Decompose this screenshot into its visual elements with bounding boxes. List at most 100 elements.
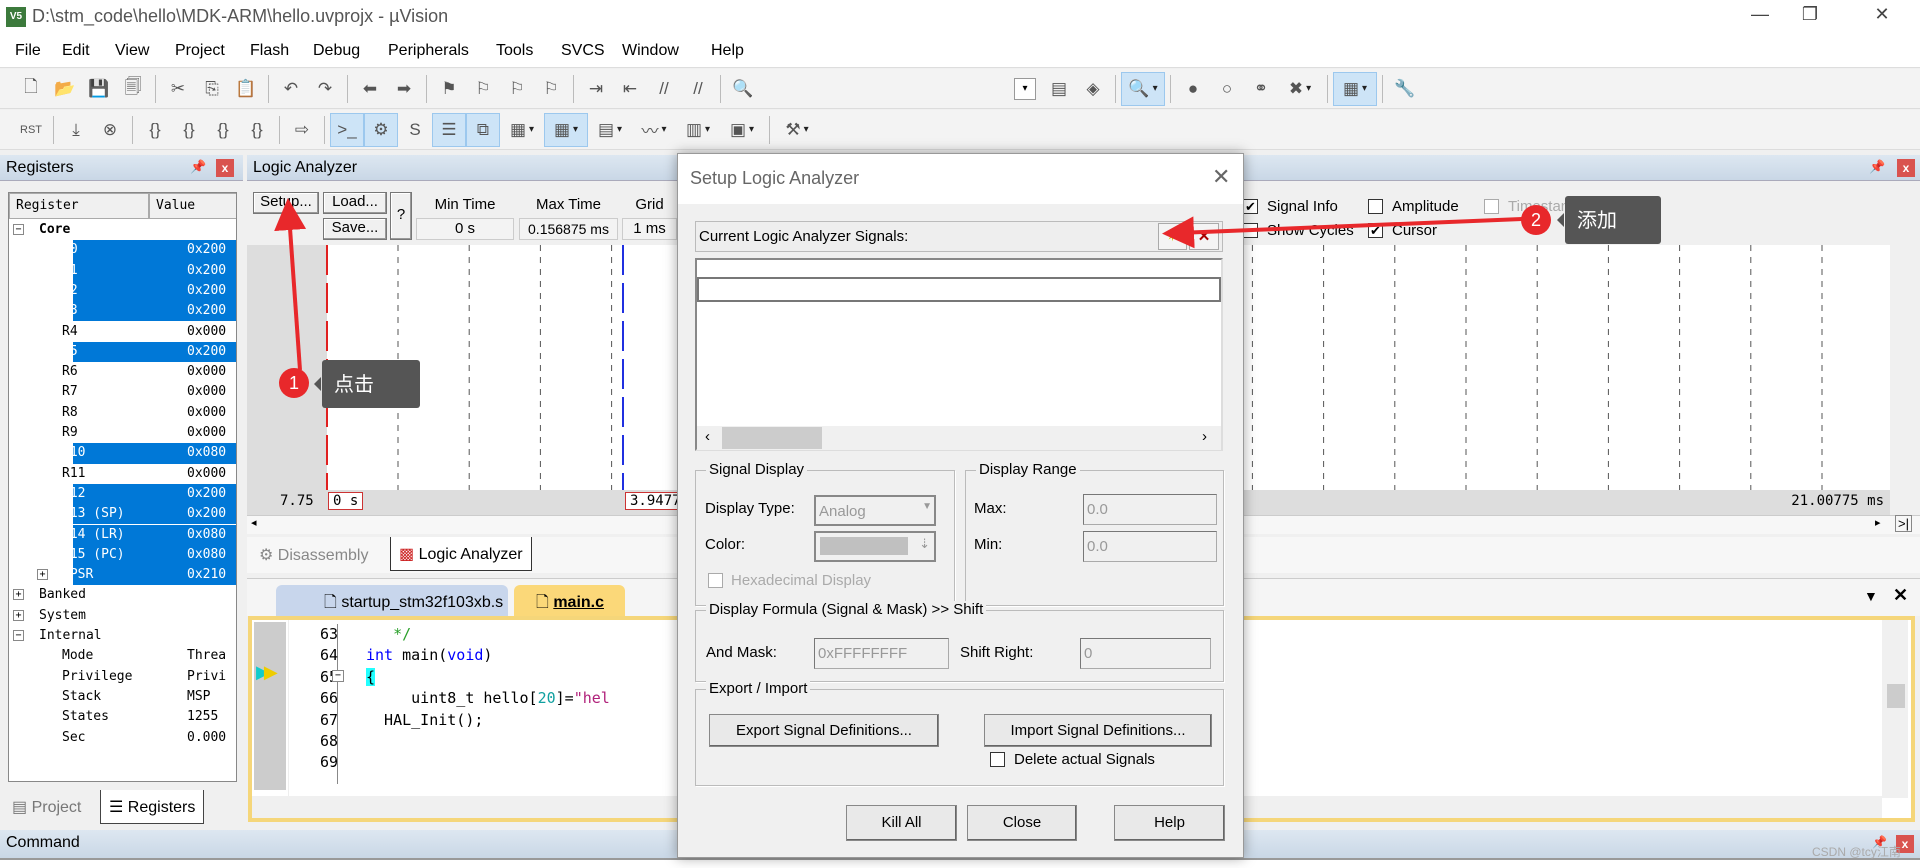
fold-collapse-icon[interactable]: − <box>332 670 344 682</box>
kill-all-button[interactable]: Kill All <box>846 805 957 841</box>
run-icon[interactable]: ⤓ <box>59 113 93 147</box>
tab-startup-file[interactable]: 🗋 startup_stm32f103xb.s <box>276 585 508 617</box>
scroll-left-icon[interactable]: ‹ <box>705 428 710 445</box>
register-row[interactable]: R7 0x000 <box>9 382 236 402</box>
navigate-forward-icon[interactable]: ➡ <box>387 72 421 106</box>
menu-debug[interactable]: Debug <box>313 42 360 60</box>
code-line[interactable]: uint8_t hello[20]="hel <box>366 688 610 709</box>
register-row[interactable]: R15 (PC) 0x080 <box>9 544 236 566</box>
delete-actual-signals-checkbox[interactable] <box>990 752 1005 767</box>
close-button[interactable]: Close <box>967 805 1077 841</box>
configure-icon[interactable]: 🔧 <box>1388 72 1422 106</box>
export-signal-definitions-button[interactable]: Export Signal Definitions... <box>709 714 939 747</box>
clear-bookmarks-icon[interactable]: ⚐ <box>534 72 568 106</box>
file-extensions-icon[interactable]: ▤ <box>1042 72 1076 106</box>
expand-icon[interactable]: + <box>37 569 48 581</box>
tab-registers[interactable]: ☰ Registers <box>100 790 205 824</box>
code-line[interactable]: int main(void) <box>366 645 492 666</box>
signal-info-checkbox[interactable]: ✔ <box>1243 199 1258 214</box>
undo-icon[interactable]: ↶ <box>274 72 308 106</box>
open-folder-icon[interactable]: 📂 <box>48 72 82 106</box>
new-file-icon[interactable]: 🗋 <box>14 72 48 106</box>
menu-file[interactable]: File <box>15 42 41 60</box>
register-row[interactable]: + Banked <box>9 585 236 605</box>
registers-window-icon[interactable]: ☰ <box>432 112 466 147</box>
menu-svcs[interactable]: SVCS <box>561 42 605 60</box>
disassembly-window-icon[interactable]: ⚙ <box>364 112 398 147</box>
code-line[interactable]: */ <box>366 624 411 645</box>
cursor-checkbox[interactable]: ✔ <box>1368 223 1383 238</box>
paste-icon[interactable]: 📋 <box>229 72 263 106</box>
scroll-right-icon[interactable]: › <box>1202 428 1207 445</box>
register-row[interactable]: R12 0x200 <box>9 483 236 505</box>
close-window-button[interactable]: ✕ <box>1862 4 1902 30</box>
register-row[interactable]: Privilege Privi <box>9 667 236 687</box>
pin-icon[interactable]: 📌 <box>1869 159 1885 175</box>
pin-icon[interactable]: 📌 <box>190 159 206 175</box>
serial-window-icon[interactable]: ▤ <box>588 113 632 147</box>
find-in-files-icon[interactable]: 🔍 <box>726 72 760 106</box>
register-row[interactable]: R4 0x000 <box>9 322 236 342</box>
copy-icon[interactable]: ⎘ <box>195 72 229 106</box>
scrollbar-thumb[interactable] <box>1887 684 1905 708</box>
display-type-select[interactable]: Analog ▼ <box>814 495 936 526</box>
help-button[interactable]: Help <box>1114 805 1225 841</box>
expand-icon[interactable]: + <box>13 589 24 601</box>
toolbox-icon[interactable]: ⚒ <box>775 113 819 147</box>
editor-vertical-scrollbar[interactable] <box>1882 620 1908 798</box>
scroll-left-icon[interactable]: ◂ <box>251 516 257 529</box>
register-row[interactable]: R9 0x000 <box>9 423 236 443</box>
reset-cpu-icon[interactable]: RST <box>14 113 48 147</box>
max-input[interactable]: 0.0 <box>1083 494 1217 525</box>
close-tab-icon[interactable]: ✕ <box>1893 585 1908 606</box>
manage-components-icon[interactable]: ◈ <box>1076 72 1110 106</box>
bookmark-icon[interactable]: ⚑ <box>432 72 466 106</box>
stop-icon[interactable]: ⊗ <box>93 113 127 147</box>
prev-bookmark-icon[interactable]: ⚐ <box>466 72 500 106</box>
min-input[interactable]: 0.0 <box>1083 531 1217 562</box>
show-next-statement-icon[interactable]: ⇨ <box>285 113 319 147</box>
menu-view[interactable]: View <box>115 42 149 60</box>
code-line[interactable]: { <box>366 667 376 688</box>
system-viewer-icon[interactable]: ▣ <box>720 113 764 147</box>
analysis-window-icon[interactable]: 〰 <box>632 113 676 147</box>
register-row[interactable]: − Core <box>9 220 236 240</box>
register-row[interactable]: R10 0x080 <box>9 443 236 464</box>
register-row[interactable]: R5 0x200 <box>9 341 236 363</box>
menu-peripherals[interactable]: Peripherals <box>388 42 469 60</box>
kill-all-breakpoints-icon[interactable]: ✖ <box>1278 72 1322 106</box>
load-button[interactable]: Load... <box>323 192 387 214</box>
save-all-icon[interactable]: 🗐 <box>116 72 150 106</box>
and-mask-input[interactable]: 0xFFFFFFFF <box>814 638 949 669</box>
comment-icon[interactable]: // <box>647 72 681 106</box>
register-row[interactable]: R13 (SP) 0x200 <box>9 504 236 525</box>
trace-window-icon[interactable]: ▥ <box>676 113 720 147</box>
tab-project[interactable]: ▤ Project <box>4 790 89 824</box>
close-panel-icon[interactable]: x <box>216 159 234 177</box>
save-icon[interactable]: 💾 <box>82 72 116 106</box>
color-picker[interactable]: ⇣ <box>814 531 936 562</box>
call-stack-window-icon[interactable]: ⧉ <box>466 112 500 147</box>
menu-help[interactable]: Help <box>711 42 744 60</box>
register-row[interactable]: R3 0x200 <box>9 301 236 322</box>
memory-window-icon[interactable]: ▦ <box>544 112 588 147</box>
scrollbar-thumb[interactable] <box>722 427 822 449</box>
indent-icon[interactable]: ⇥ <box>579 72 613 106</box>
enable-breakpoint-icon[interactable]: ○ <box>1210 72 1244 106</box>
expand-icon[interactable]: + <box>13 609 24 621</box>
timestamps-enable-checkbox[interactable] <box>1484 199 1499 214</box>
scroll-end-icon[interactable]: >| <box>1895 515 1912 532</box>
navigate-back-icon[interactable]: ⬅ <box>353 72 387 106</box>
register-row[interactable]: R11 0x000 <box>9 464 236 484</box>
signals-list[interactable]: ‹ › <box>695 258 1223 451</box>
scroll-right-icon[interactable]: ▸ <box>1875 516 1881 529</box>
command-window-icon[interactable]: >_ <box>330 112 364 147</box>
minimize-button[interactable]: — <box>1740 4 1780 30</box>
dialog-close-button[interactable]: ✕ <box>1212 164 1230 190</box>
signals-list-scrollbar[interactable]: ‹ › <box>697 426 1221 450</box>
hexadecimal-display-checkbox[interactable] <box>708 573 723 588</box>
window-layout-icon[interactable]: ▦ <box>1333 71 1377 106</box>
register-row[interactable]: Sec 0.000 <box>9 728 236 748</box>
menu-flash[interactable]: Flash <box>250 42 289 60</box>
column-header-register[interactable]: Register <box>9 193 149 219</box>
